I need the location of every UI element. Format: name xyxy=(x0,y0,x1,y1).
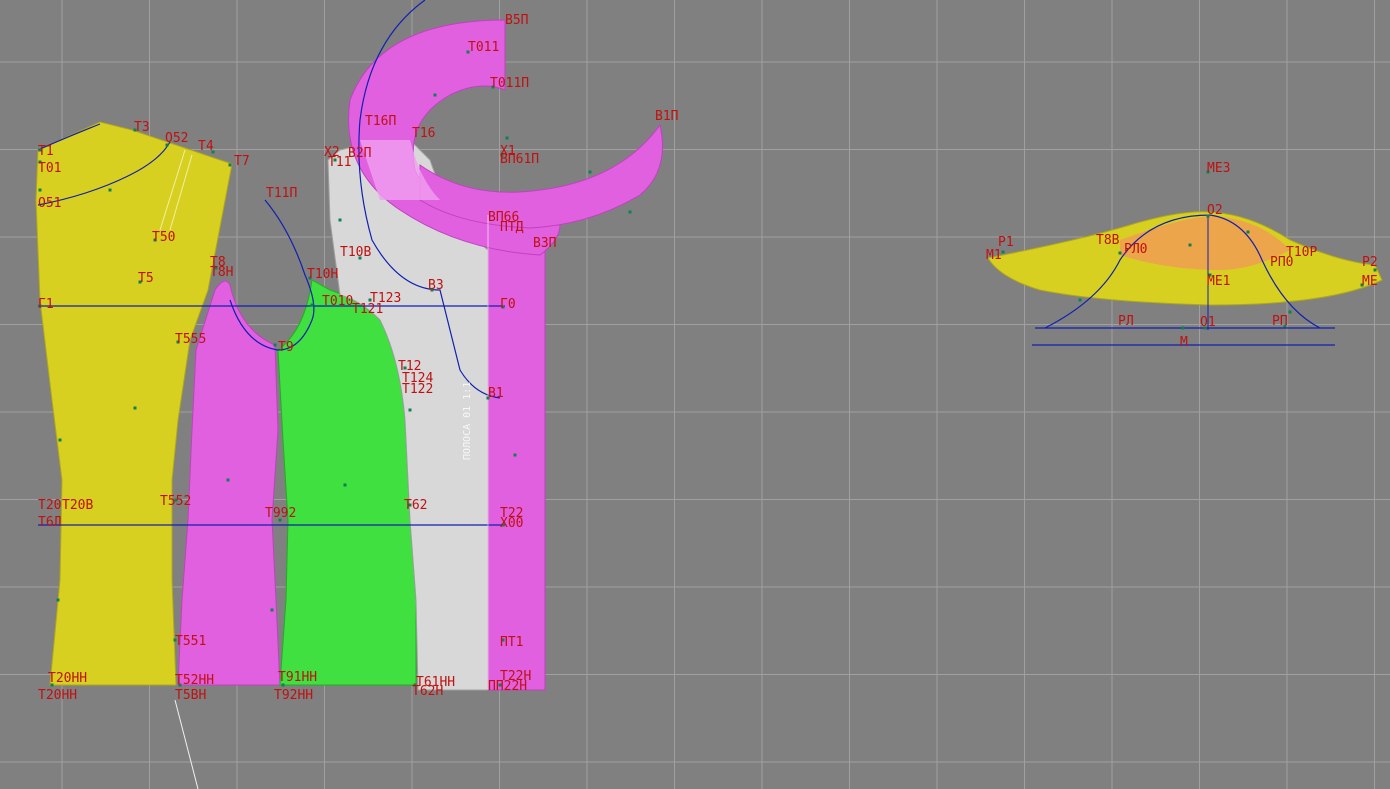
label-vp61p: ВП61П xyxy=(500,152,539,167)
construction-point[interactable] xyxy=(338,218,342,222)
label-t8b: Т8В xyxy=(1096,233,1120,248)
label-t551: Т551 xyxy=(175,634,206,649)
label-o2: О2 xyxy=(1207,203,1223,218)
label-t92nn: Т92НН xyxy=(274,688,313,703)
label-rp0: РП0 xyxy=(1270,255,1293,270)
label-t20n: Т20НН xyxy=(38,688,77,703)
construction-point[interactable] xyxy=(56,598,60,602)
label-t50: Т50 xyxy=(152,230,175,245)
label-me2: МЕ xyxy=(1362,274,1378,289)
label-t1: Т1 xyxy=(38,144,54,159)
construction-point[interactable] xyxy=(433,93,437,97)
label-t91nn: Т91НН xyxy=(278,670,317,685)
label-t52nn: Т52НН xyxy=(175,673,214,688)
label-m1: М1 xyxy=(986,248,1002,263)
label-t552: Т552 xyxy=(160,494,191,509)
label-t8n: Т8Н xyxy=(210,265,233,280)
construction-point[interactable] xyxy=(343,483,347,487)
label-pl0: РЛ0 xyxy=(1124,242,1147,257)
label-b2p: В2П xyxy=(348,146,371,161)
label-t16p: Т16П xyxy=(365,114,396,129)
label-o1: О1 xyxy=(1200,315,1216,330)
construction-point[interactable] xyxy=(408,408,412,412)
sleeve-strip-piece[interactable] xyxy=(487,214,546,691)
label-t5: Т5 xyxy=(138,271,154,286)
pattern-canvas[interactable]: ПОЛОСА 01 1:1 В5П Т011 Т011П В1П Т16П Т1… xyxy=(0,0,1390,789)
label-b1p: В1П xyxy=(655,109,678,124)
construction-point[interactable] xyxy=(310,303,314,307)
construction-point[interactable] xyxy=(1078,298,1082,302)
label-t62n: Т62Н xyxy=(412,684,443,699)
construction-point[interactable] xyxy=(1181,326,1185,330)
construction-point[interactable] xyxy=(133,406,137,410)
label-rp: РП xyxy=(1272,314,1288,329)
label-t121: Т121 xyxy=(352,302,383,317)
label-t62: Т62 xyxy=(404,498,427,513)
sleeve-cap-piece[interactable] xyxy=(987,211,1383,346)
label-x00: Х00 xyxy=(500,516,523,531)
construction-point[interactable] xyxy=(58,438,62,442)
label-t4: Т4 xyxy=(198,139,214,154)
label-t555: Т555 xyxy=(175,332,206,347)
label-t9: Т9 xyxy=(278,340,294,355)
construction-point[interactable] xyxy=(38,188,42,192)
label-t122: Т122 xyxy=(402,382,433,397)
label-t3: Т3 xyxy=(134,120,150,135)
label-me3: МЕ3 xyxy=(1207,161,1230,176)
label-ppbbn: ПП22Н xyxy=(488,679,527,694)
label-o51: О51 xyxy=(38,196,61,211)
construction-point[interactable] xyxy=(1001,250,1005,254)
label-b5p: В5П xyxy=(505,13,528,28)
construction-point[interactable] xyxy=(1118,251,1122,255)
construction-point[interactable] xyxy=(588,170,592,174)
label-t20nn: Т20НН xyxy=(48,671,87,686)
construction-point[interactable] xyxy=(1188,243,1192,247)
label-b3p: В3П xyxy=(533,236,556,251)
label-me1: МЕ1 xyxy=(1207,274,1230,289)
label-t20b: Т20В xyxy=(62,498,93,513)
construction-point[interactable] xyxy=(273,343,277,347)
label-m: М xyxy=(1180,335,1188,350)
construction-point[interactable] xyxy=(226,478,230,482)
label-t992: Т992 xyxy=(265,506,296,521)
label-t5bn: Т5ВН xyxy=(175,688,206,703)
label-t6l: Т6Л xyxy=(38,515,61,530)
label-p2: Р2 xyxy=(1362,255,1378,270)
label-t01: Т01 xyxy=(38,161,61,176)
construction-point[interactable] xyxy=(505,136,509,140)
label-t7: Т7 xyxy=(234,154,250,169)
construction-point[interactable] xyxy=(1246,230,1250,234)
label-b1: В1 xyxy=(488,386,504,401)
construction-point[interactable] xyxy=(628,210,632,214)
label-t011: Т011 xyxy=(468,40,499,55)
construction-point[interactable] xyxy=(270,608,274,612)
label-o52: О52 xyxy=(165,131,188,146)
label-rl: РЛ xyxy=(1118,314,1134,329)
piece-vertical-label: ПОЛОСА 01 1:1 xyxy=(462,382,473,460)
label-t011p: Т011П xyxy=(490,76,529,91)
construction-point[interactable] xyxy=(513,453,517,457)
label-b3: В3 xyxy=(428,278,444,293)
construction-point[interactable] xyxy=(1288,310,1292,314)
label-ptd: ПТД xyxy=(500,220,524,235)
label-t010: Т010 xyxy=(322,294,353,309)
construction-point[interactable] xyxy=(228,163,232,167)
label-pt1: ПТ1 xyxy=(500,635,523,650)
label-t10n: Т10Н xyxy=(307,267,338,282)
label-t10b: Т10В xyxy=(340,245,371,260)
label-t16: Т16 xyxy=(412,126,435,141)
construction-point[interactable] xyxy=(108,188,112,192)
label-t11p: Т11П xyxy=(266,186,297,201)
label-g0: Г0 xyxy=(500,297,516,312)
label-g1: Г1 xyxy=(38,297,54,312)
label-t20: Т20 xyxy=(38,498,61,513)
label-t11: Т11 xyxy=(328,155,351,170)
